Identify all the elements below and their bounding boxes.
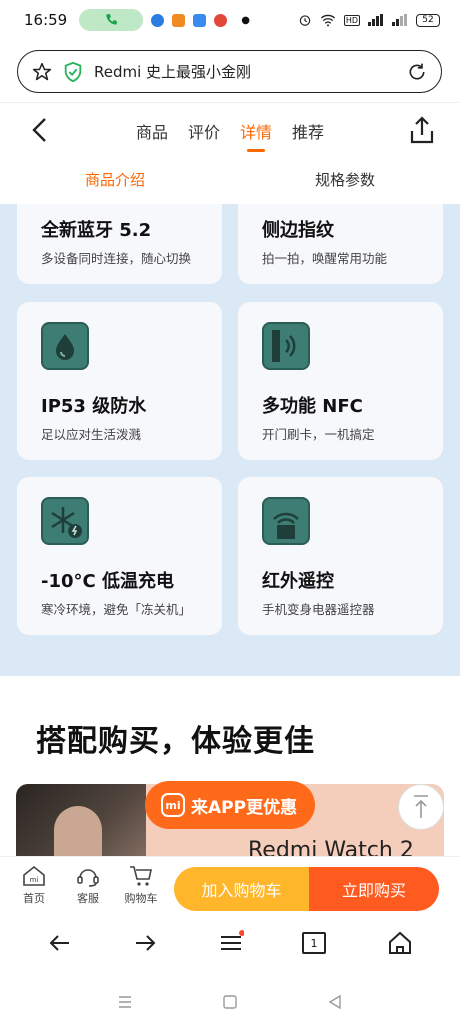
snowflake-charge-icon (41, 497, 89, 545)
arrow-up-icon (414, 795, 428, 818)
menu-icon[interactable] (218, 930, 244, 956)
tab-products[interactable]: 商品 (126, 119, 178, 143)
section-tabs: 商品 评价 详情 推荐 (126, 119, 334, 152)
feature-card: -10°C 低温充电 寒冷环境，避免「冻关机」 (17, 477, 222, 635)
home-button[interactable]: mi 首页 (14, 865, 54, 906)
tab-reviews[interactable]: 评价 (178, 119, 230, 143)
feature-card: 红外遥控 手机变身电器遥控器 (238, 477, 443, 635)
recents-icon[interactable] (115, 992, 135, 1012)
app-notification-icon (193, 13, 207, 27)
app-notification-icon (151, 13, 165, 27)
feature-card: 多功能 NFC 开门刷卡，一机搞定 (238, 302, 443, 460)
open-app-button[interactable]: mi 来APP更优惠 (145, 781, 315, 829)
page-nav: 商品 评价 详情 推荐 (0, 102, 460, 156)
detail-sub-tabs: 商品介绍 规格参数 (0, 156, 460, 204)
feature-card: 全新蓝牙 5.2 多设备同时连接，随心切换 (17, 204, 222, 284)
feature-title: 红外遥控 (262, 571, 334, 592)
tab-details[interactable]: 详情 (230, 119, 282, 152)
mi-logo-icon: mi (161, 793, 185, 817)
feature-desc: 寒冷环境，避免「冻关机」 (41, 602, 192, 617)
scroll-to-top-button[interactable] (398, 784, 444, 830)
status-bar: 16:59 ● HD 52 (0, 0, 460, 40)
add-to-cart-button[interactable]: 加入购物车 (174, 867, 309, 911)
back-icon[interactable] (47, 930, 73, 956)
sub-tab-specs[interactable]: 规格参数 (230, 156, 460, 204)
buy-now-button[interactable]: 立即购买 (309, 867, 439, 911)
battery-icon: 52 (416, 13, 440, 27)
signal-icon (392, 14, 407, 26)
customer-service-button[interactable]: 客服 (68, 865, 108, 906)
shopping-cart-icon (130, 866, 152, 886)
feature-title: 多功能 NFC (262, 396, 363, 417)
back-arrow-icon[interactable] (28, 115, 52, 145)
purchase-bar: mi 首页 客服 购物车 加入购物车 立即购买 (0, 856, 460, 916)
phone-icon (106, 14, 118, 25)
model-photo (16, 784, 146, 856)
section-title: 搭配购买，体验更佳 (36, 724, 315, 759)
tabs-button[interactable]: 1 (302, 932, 326, 954)
forward-icon[interactable] (132, 930, 158, 956)
tab-recommend[interactable]: 推荐 (282, 119, 334, 143)
status-time: 16:59 (24, 11, 68, 29)
app-notification-icon (214, 13, 228, 27)
feature-title: IP53 级防水 (41, 396, 147, 417)
svg-text:mi: mi (30, 876, 39, 884)
alarm-icon (299, 15, 311, 26)
feature-desc: 多设备同时连接，随心切换 (41, 251, 192, 266)
cart-button[interactable]: 购物车 (121, 865, 161, 906)
shield-check-icon (64, 61, 82, 82)
address-bar[interactable]: Redmi 史上最强小金刚 (17, 50, 442, 93)
product-detail-content: 全新蓝牙 5.2 多设备同时连接，随心切换 侧边指纹 拍一拍，唤醒常用功能 IP… (0, 204, 460, 856)
back-nav-icon[interactable] (325, 992, 345, 1012)
feature-title: 侧边指纹 (262, 220, 334, 241)
more-notifications-dot: ● (241, 14, 250, 26)
hd-icon: HD (343, 14, 360, 26)
feature-desc: 足以应对生活泼溅 (41, 427, 142, 442)
system-navigation (0, 980, 460, 1024)
feature-card: IP53 级防水 足以应对生活泼溅 (17, 302, 222, 460)
feature-title: -10°C 低温充电 (41, 571, 174, 592)
status-indicators: HD 52 (298, 13, 440, 27)
promo-product-name: Redmi Watch 2 (248, 838, 414, 856)
feature-title: 全新蓝牙 5.2 (41, 220, 152, 241)
nfc-icon (262, 322, 310, 370)
star-icon[interactable] (32, 62, 52, 82)
open-app-label: 来APP更优惠 (191, 797, 298, 818)
signal-icon (368, 14, 383, 26)
sub-tab-intro[interactable]: 商品介绍 (0, 156, 230, 204)
water-drop-icon (41, 322, 89, 370)
home-label: 首页 (23, 892, 45, 905)
mi-home-icon: mi (23, 865, 45, 886)
url-text[interactable]: Redmi 史上最强小金刚 (94, 61, 407, 82)
feature-card: 侧边指纹 拍一拍，唤醒常用功能 (238, 204, 443, 284)
refresh-icon[interactable] (407, 62, 427, 82)
infrared-remote-icon (262, 497, 310, 545)
service-label: 客服 (77, 892, 99, 905)
wifi-icon (320, 14, 335, 27)
ongoing-call-pill[interactable] (79, 9, 144, 31)
feature-desc: 拍一拍，唤醒常用功能 (262, 251, 388, 266)
app-notification-icon (172, 13, 186, 27)
feature-desc: 开门刷卡，一机搞定 (262, 427, 375, 442)
feature-desc: 手机变身电器遥控器 (262, 602, 375, 617)
share-icon[interactable] (408, 115, 436, 145)
home-icon[interactable] (387, 930, 413, 956)
browser-toolbar: 1 (0, 916, 460, 970)
headset-icon (77, 869, 99, 887)
home-nav-icon[interactable] (220, 992, 240, 1012)
cart-label: 购物车 (124, 892, 158, 905)
